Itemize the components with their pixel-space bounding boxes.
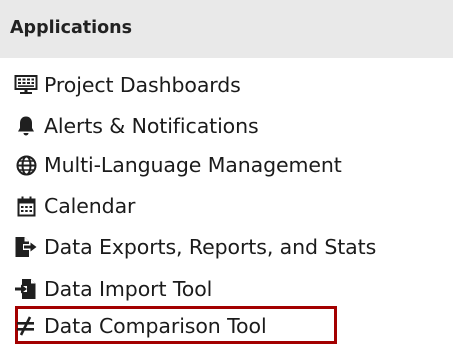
app-link-calendar[interactable]: Calendar — [14, 190, 135, 222]
app-label-data-import: Data Import Tool — [44, 277, 213, 301]
app-label-multi-language: Multi-Language Management — [44, 153, 342, 177]
app-link-data-import[interactable]: Data Import Tool — [14, 273, 212, 305]
not-equal-icon — [14, 314, 38, 338]
app-link-data-exports[interactable]: Data Exports, Reports, and Stats — [14, 231, 376, 263]
dashboard-monitor-icon — [14, 73, 38, 97]
app-link-project-dashboards[interactable]: Project Dashboards — [14, 69, 241, 101]
globe-icon — [14, 153, 38, 177]
app-link-data-comparison[interactable]: Data Comparison Tool — [14, 310, 267, 342]
file-export-icon — [14, 235, 38, 259]
app-link-alerts-notifications[interactable]: Alerts & Notifications — [14, 110, 259, 142]
file-import-icon — [14, 277, 38, 301]
applications-header: Applications — [0, 0, 453, 58]
app-label-data-exports: Data Exports, Reports, and Stats — [44, 235, 377, 259]
applications-title: Applications — [10, 18, 133, 38]
bell-icon — [14, 114, 38, 138]
app-label-project-dashboards: Project Dashboards — [44, 73, 241, 97]
app-link-multi-language[interactable]: Multi-Language Management — [14, 149, 342, 181]
calendar-icon — [14, 194, 38, 218]
app-label-alerts-notifications: Alerts & Notifications — [44, 114, 259, 138]
app-label-data-comparison: Data Comparison Tool — [44, 314, 267, 338]
app-label-calendar: Calendar — [44, 194, 136, 218]
applications-panel: Applications Project Dashboards Alerts &… — [0, 0, 453, 346]
